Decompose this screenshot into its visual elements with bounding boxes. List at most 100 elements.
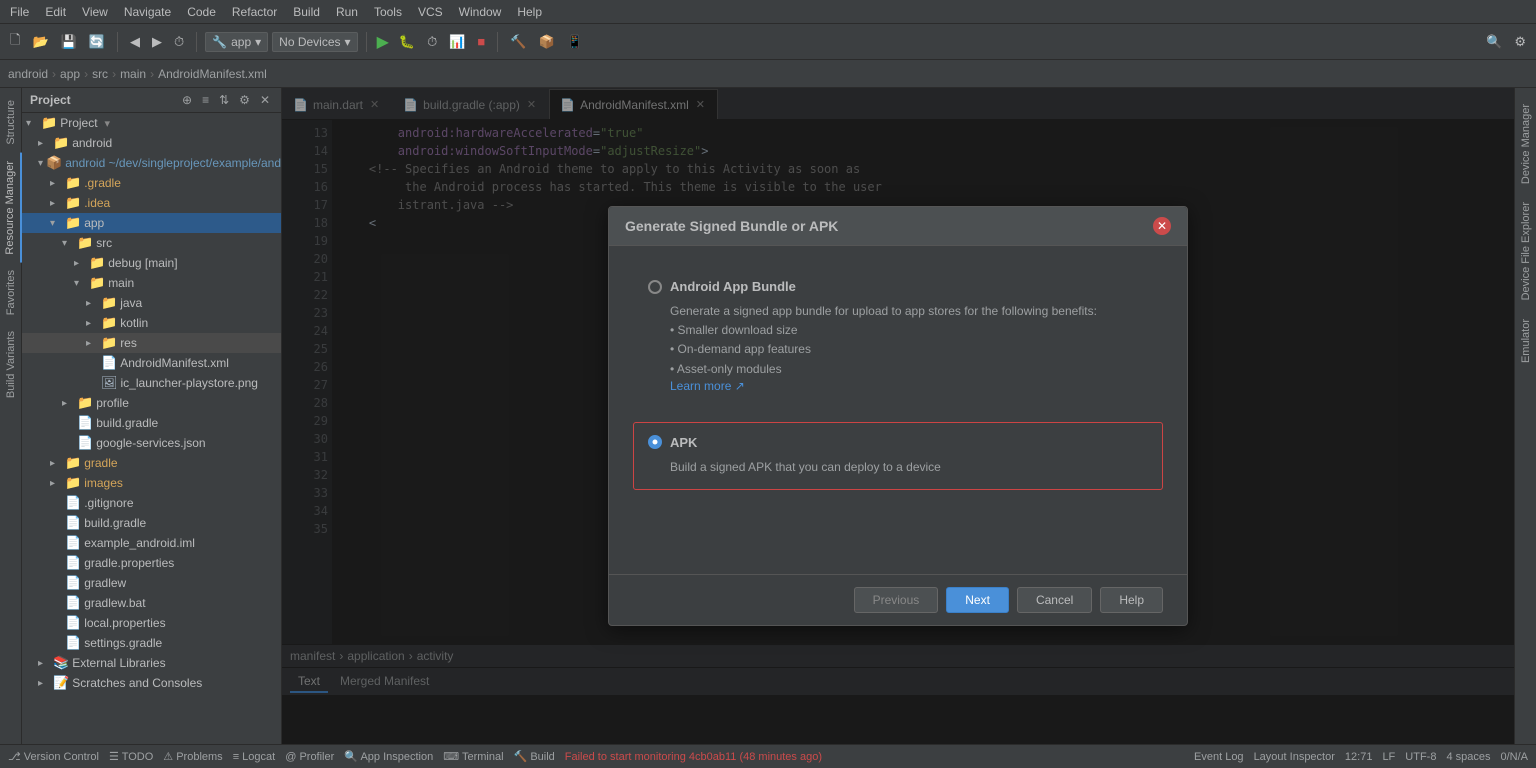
breadcrumb-src[interactable]: src <box>92 67 108 81</box>
tree-gradle-properties[interactable]: 📄 gradle.properties <box>22 553 281 573</box>
tree-androidmanifest[interactable]: 📄 AndroidManifest.xml <box>22 353 281 373</box>
tree-scratches[interactable]: ▸ 📝 Scratches and Consoles <box>22 673 281 693</box>
status-encoding[interactable]: UTF-8 <box>1405 751 1436 763</box>
status-problems[interactable]: ⚠ Problems <box>163 750 222 763</box>
tree-gradlew-bat[interactable]: 📄 gradlew.bat <box>22 593 281 613</box>
menu-navigate[interactable]: Navigate <box>120 3 175 21</box>
toolbar-forward[interactable]: ▶ <box>148 32 166 52</box>
tree-idea[interactable]: ▸ 📁 .idea <box>22 193 281 213</box>
sidebar-sort-btn[interactable]: ⇅ <box>216 92 232 108</box>
previous-button[interactable]: Previous <box>854 587 939 613</box>
tree-kotlin[interactable]: ▸ 📁 kotlin <box>22 313 281 333</box>
cancel-button[interactable]: Cancel <box>1017 587 1092 613</box>
status-git[interactable]: 0/N/A <box>1500 751 1528 763</box>
sdk-manager[interactable]: 📦 <box>534 32 558 52</box>
breadcrumb-manifest[interactable]: AndroidManifest.xml <box>158 67 267 81</box>
sidebar-scope-btn[interactable]: ⊕ <box>179 92 195 108</box>
status-layout-inspector[interactable]: Layout Inspector <box>1254 751 1335 763</box>
radio-apk[interactable] <box>648 435 662 449</box>
avd-manager[interactable]: 📱 <box>563 32 587 52</box>
tree-gitignore[interactable]: 📄 .gitignore <box>22 493 281 513</box>
toolbar-recent[interactable]: ⏱ <box>170 32 188 52</box>
status-version-control[interactable]: ⎇ Version Control <box>8 750 99 763</box>
profile-button[interactable]: ⏱ <box>423 32 441 52</box>
favorites-tab[interactable]: Favorites <box>1 262 21 323</box>
menu-edit[interactable]: Edit <box>41 3 70 21</box>
debug-button[interactable]: 🐛 <box>395 32 419 52</box>
sidebar-settings-btn[interactable]: ⚙ <box>236 92 253 108</box>
tree-build-gradle-root[interactable]: 📄 build.gradle <box>22 513 281 533</box>
tree-project[interactable]: ▾ 📁 Project ▾ <box>22 113 281 133</box>
tree-local-properties[interactable]: 📄 local.properties <box>22 613 281 633</box>
tree-android-module[interactable]: ▾ 📦 android ~/dev/singleproject/example/… <box>22 153 281 173</box>
menu-help[interactable]: Help <box>513 3 546 21</box>
status-profiler[interactable]: @ Profiler <box>285 751 334 763</box>
tree-debug[interactable]: ▸ 📁 debug [main] <box>22 253 281 273</box>
toolbar-save[interactable]: 💾 <box>57 32 81 52</box>
status-indent[interactable]: 4 spaces <box>1446 751 1490 763</box>
menu-code[interactable]: Code <box>183 3 220 21</box>
tree-build-gradle[interactable]: 📄 build.gradle <box>22 413 281 433</box>
toolbar-sync[interactable]: 🔄 <box>85 32 109 52</box>
menu-tools[interactable]: Tools <box>370 3 406 21</box>
tree-example-android-iml[interactable]: 📄 example_android.iml <box>22 533 281 553</box>
structure-tab[interactable]: Structure <box>1 92 21 153</box>
tree-images[interactable]: ▸ 📁 images <box>22 473 281 493</box>
menu-file[interactable]: File <box>6 3 33 21</box>
help-button[interactable]: Help <box>1100 587 1163 613</box>
app-selector[interactable]: 🔧 app ▾ <box>205 32 268 52</box>
menu-refactor[interactable]: Refactor <box>228 3 281 21</box>
breadcrumb-main[interactable]: main <box>120 67 146 81</box>
menu-window[interactable]: Window <box>455 3 506 21</box>
tree-settings-gradle[interactable]: 📄 settings.gradle <box>22 633 281 653</box>
status-build[interactable]: 🔨 Build <box>514 750 555 763</box>
sidebar-close-btn[interactable]: ✕ <box>257 92 273 108</box>
tree-profile[interactable]: ▸ 📁 profile <box>22 393 281 413</box>
tree-android[interactable]: ▸ 📁 android <box>22 133 281 153</box>
menu-view[interactable]: View <box>78 3 112 21</box>
learn-more-link[interactable]: Learn more ↗ <box>648 379 745 393</box>
menu-vcs[interactable]: VCS <box>414 3 447 21</box>
radio-app-bundle[interactable] <box>648 280 662 294</box>
status-line-sep[interactable]: LF <box>1382 751 1395 763</box>
tree-app[interactable]: ▾ 📁 app <box>22 213 281 233</box>
next-button[interactable]: Next <box>946 587 1009 613</box>
status-line-col[interactable]: 12:71 <box>1345 751 1373 763</box>
stop-button[interactable]: ■ <box>473 32 489 51</box>
device-selector[interactable]: No Devices ▾ <box>272 32 357 52</box>
gradle-sync[interactable]: 🔨 <box>506 32 530 52</box>
dialog-close-button[interactable]: ✕ <box>1153 217 1171 235</box>
tree-src[interactable]: ▾ 📁 src <box>22 233 281 253</box>
menu-run[interactable]: Run <box>332 3 362 21</box>
tree-res[interactable]: ▸ 📁 res <box>22 333 281 353</box>
resource-manager-tab[interactable]: Resource Manager <box>0 153 22 263</box>
build-variants-tab[interactable]: Build Variants <box>1 323 21 406</box>
status-todo[interactable]: ☰ TODO <box>109 750 153 763</box>
tree-gradle-folder[interactable]: ▸ 📁 gradle <box>22 453 281 473</box>
tree-gradlew[interactable]: 📄 gradlew <box>22 573 281 593</box>
tree-external-libs[interactable]: ▸ 📚 External Libraries <box>22 653 281 673</box>
tree-google-services[interactable]: 📄 google-services.json <box>22 433 281 453</box>
tree-java[interactable]: ▸ 📁 java <box>22 293 281 313</box>
emulator-tab[interactable]: Emulator <box>1516 311 1536 371</box>
breadcrumb-android[interactable]: android <box>8 67 48 81</box>
menu-build[interactable]: Build <box>289 3 324 21</box>
toolbar-new-file[interactable]: 🗋 <box>6 29 24 55</box>
sidebar-flatten-btn[interactable]: ≡ <box>199 92 212 108</box>
status-logcat[interactable]: ≡ Logcat <box>233 751 276 763</box>
device-file-explorer-tab[interactable]: Device File Explorer <box>1516 194 1536 308</box>
tree-main[interactable]: ▾ 📁 main <box>22 273 281 293</box>
toolbar-back[interactable]: ◀ <box>126 32 144 52</box>
tree-gradle[interactable]: ▸ 📁 .gradle <box>22 173 281 193</box>
status-event-log[interactable]: Event Log <box>1194 751 1244 763</box>
toolbar-open[interactable]: 📂 <box>28 32 52 52</box>
status-terminal[interactable]: ⌨ Terminal <box>443 750 503 763</box>
breadcrumb-app[interactable]: app <box>60 67 80 81</box>
status-app-inspection[interactable]: 🔍 App Inspection <box>344 750 433 763</box>
device-manager-tab[interactable]: Device Manager <box>1516 96 1536 192</box>
tree-ic-launcher[interactable]: 🖼 ic_launcher-playstore.png <box>22 373 281 393</box>
coverage-button[interactable]: 📊 <box>445 32 469 52</box>
run-button[interactable]: ▶ <box>375 30 391 54</box>
search-everywhere[interactable]: 🔍 <box>1482 32 1506 52</box>
settings-button[interactable]: ⚙ <box>1510 32 1530 52</box>
